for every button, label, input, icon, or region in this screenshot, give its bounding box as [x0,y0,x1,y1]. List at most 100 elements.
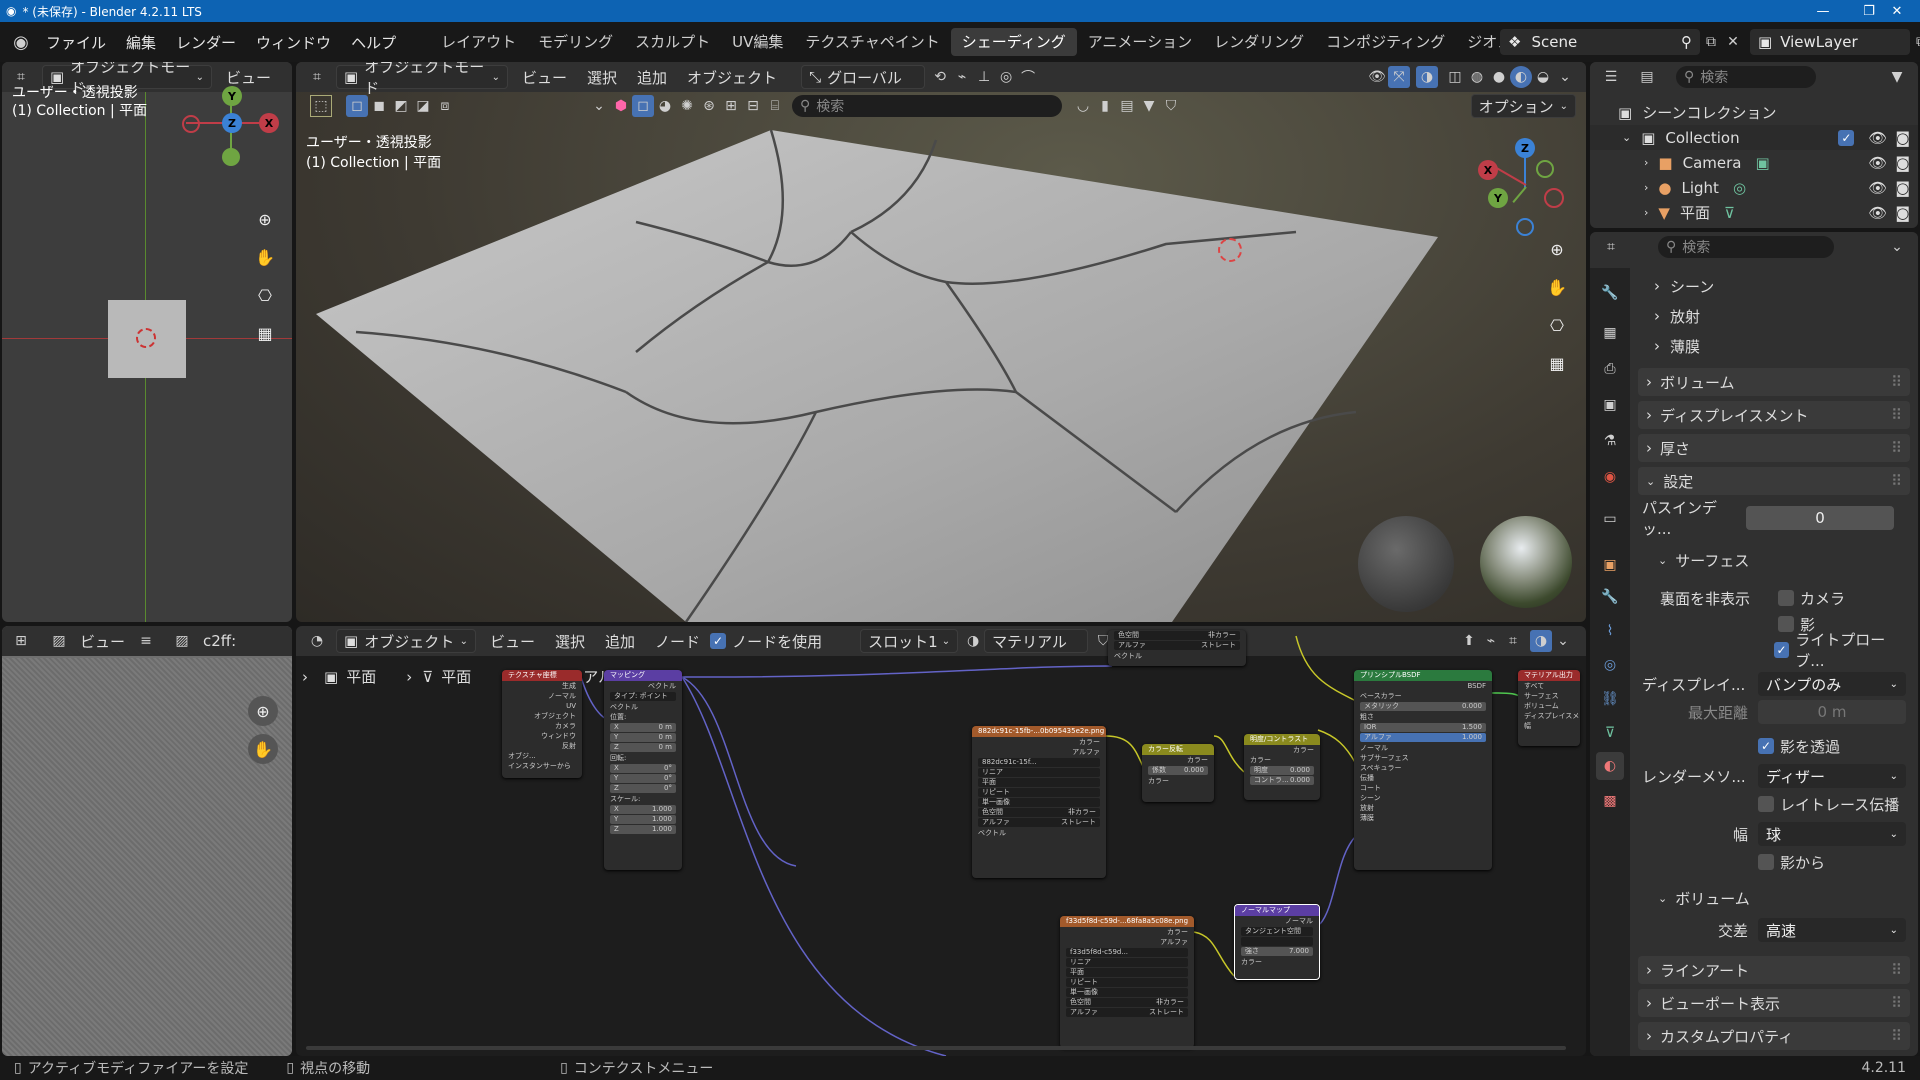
chevron-down-icon[interactable]: ⌄ [1622,131,1631,144]
mapping-in-vector[interactable]: ベクトル [604,702,682,712]
bc-in-color[interactable]: カラー [1244,755,1320,765]
node-image-texture-2[interactable]: f33d5f8d-c59d-...68fa8a5c08e.png カラー アルフ… [1060,916,1194,1048]
node-mapping[interactable]: マッピング ベクトル タイプ: ポイント ベクトル 位置: X0 m Y0 m … [604,670,682,870]
zoom-icon[interactable]: ⊕ [250,204,280,234]
mapping-loc-z[interactable]: Z0 m [610,743,676,752]
scene-selector[interactable]: ❖ Scene ⚲ [1500,29,1700,55]
mapping-out-vector[interactable]: ベクトル [604,681,682,691]
modifier-tab-icon[interactable]: 🔧 [1599,586,1621,608]
bsdf-panel-coat[interactable]: コート [1354,783,1492,793]
backface-camera-checkbox[interactable] [1778,590,1794,606]
main-editor-type-icon[interactable]: ⌗ [306,66,328,88]
visibility-icon[interactable]: 👁 [1366,66,1388,88]
drag-handle-icon[interactable]: ⠿ [1891,994,1902,1012]
invert-in-color[interactable]: カラー [1142,776,1214,786]
drag-handle-icon[interactable]: ⠿ [1891,961,1902,979]
invert-factor-field[interactable]: 係数 0.000 [1148,766,1208,775]
image2-colorspace[interactable]: 色空間 非カラー [1066,998,1188,1007]
physics-tab-icon[interactable]: ◎ [1599,654,1621,676]
main-mode-dropdown[interactable]: ▣ オブジェクトモード ⌄ [336,62,508,97]
render-method-dropdown[interactable]: ディザー ⌄ [1758,764,1906,788]
output-in-surface[interactable]: サーフェス [1518,691,1580,701]
mapping-rot-z[interactable]: Z 0° [610,784,676,793]
tab-texture-paint[interactable]: テクスチャペイント [794,28,950,56]
rendered-shading-icon[interactable]: ◒ [1532,66,1554,88]
gizmo-x[interactable]: X [259,113,279,133]
texcoord-out-object[interactable]: オブジェクト [502,711,582,721]
tab-modeling[interactable]: モデリング [527,28,624,56]
tab-animation[interactable]: アニメーション [1077,28,1203,56]
output-in-displacement[interactable]: ディスプレイスメント [1518,711,1580,721]
perspective-grid-icon[interactable]: ▦ [250,318,280,348]
gizmo-neg-y[interactable] [1536,160,1554,178]
node-image-texture-1[interactable]: 882dc91c-15fb-...0b095435e2e.png カラー アルフ… [972,726,1106,878]
eye-icon[interactable]: 👁 [1868,179,1887,197]
main-view-menu[interactable]: ビュー [512,67,577,88]
image1-out-color[interactable]: カラー [972,737,1106,747]
bsdf-panel-specular[interactable]: スペキュラー [1354,763,1492,773]
material-tab-icon[interactable]: ◐ [1596,752,1624,780]
eye-icon[interactable]: 👁 [1868,154,1887,172]
left-view-menu[interactable]: ビュー [216,67,281,88]
mapping-scale-x[interactable]: X 1.000 [610,805,676,814]
menu-help[interactable]: ヘルプ [341,32,406,53]
snap-target-icon[interactable]: ⊥ [973,66,995,88]
image2-projection[interactable]: 平面 [1066,968,1188,977]
texcoord-out-generated[interactable]: 生成 [502,681,582,691]
menu-edit[interactable]: 編集 [116,32,166,53]
mapping-scale-z[interactable]: Z 1.000 [610,825,676,834]
proportional-edit-icon[interactable]: ◎ [995,66,1017,88]
drag-handle-icon[interactable]: ⠿ [1891,439,1902,457]
image2-out-color[interactable]: カラー [1060,927,1194,937]
blender-menu-icon[interactable]: ◉ [10,31,32,53]
image2-out-alpha[interactable]: アルファ [1060,937,1194,947]
outliner-item-plane[interactable]: › ▼ 平面 ⊽ 👁 ◙ [1590,200,1918,225]
invert-out-color[interactable]: カラー [1142,755,1214,765]
new-viewlayer-icon[interactable]: ⧉ [1910,31,1920,53]
image-view-menu[interactable]: ビュー [70,631,135,652]
main-gizmo[interactable]: Z X Y [1476,136,1576,236]
props-sub-thin-film[interactable]: › 薄膜 [1638,332,1910,360]
particles-tab-icon[interactable]: ⌇ [1599,620,1621,642]
delete-scene-icon[interactable]: ✕ [1722,31,1744,53]
normalmap-out-normal[interactable]: ノーマル [1235,916,1319,926]
max-distance-field[interactable]: 0 m [1758,700,1906,724]
material-shading-icon[interactable]: ◐ [1510,66,1532,88]
panel-thickness[interactable]: › 厚さ ⠿ [1638,434,1910,462]
texcoord-object-field[interactable]: オブジ... [502,751,582,761]
outliner-item-light[interactable]: › ● Light ◎ 👁 ◙ [1590,175,1918,200]
outliner-type-icon[interactable]: ☰ [1600,66,1622,88]
image1-in-vector[interactable]: ベクトル [972,828,1106,838]
pin-icon[interactable]: ⚲ [1681,33,1692,51]
node-material-output[interactable]: マテリアル出力 すべて サーフェス ボリューム ディスプレイスメント 幅 [1518,670,1580,746]
image-editor[interactable]: ⊞ ▨ ビュー ≡ ▨ c2ff: ⊕ ✋ [2,626,292,1056]
scene-tab-icon[interactable]: ⚗ [1599,430,1621,452]
panel-custom-properties[interactable]: › カスタムプロパティ ⠿ [1638,1022,1910,1050]
from-shadow-checkbox[interactable] [1758,854,1774,870]
chevron-right-icon[interactable]: › [1644,206,1648,219]
menu-file[interactable]: ファイル [36,32,116,53]
image1-extension[interactable]: リピート [978,788,1100,797]
camera-render-icon[interactable]: ◙ [1895,154,1910,172]
normalmap-uv-field[interactable] [1241,937,1313,946]
texcoord-out-reflection[interactable]: 反射 [502,741,582,751]
tab-layout[interactable]: レイアウト [430,28,527,56]
gizmo-y[interactable]: Y [1488,188,1508,208]
pan-hand-icon[interactable]: ✋ [1542,272,1572,302]
mapping-scale-y[interactable]: Y 1.000 [610,815,676,824]
render-tab-icon[interactable]: ▦ [1599,322,1621,344]
node-editor[interactable]: ◔ ▣ オブジェクト ⌄ ビュー 選択 追加 ノード ✓ ノードを使用 スロット… [296,626,1586,1056]
camera-render-icon[interactable]: ◙ [1895,129,1910,147]
collection-include-checkbox[interactable]: ✓ [1838,129,1855,146]
main-add-menu[interactable]: 追加 [627,67,677,88]
solid-shading-icon[interactable]: ● [1488,66,1510,88]
zoom-icon[interactable]: ⊕ [1542,234,1572,264]
node-normal-map[interactable]: ノーマルマップ ノーマル タンジェント空間 強さ 7.000 カラー [1234,904,1320,980]
tab-sculpt[interactable]: スカルプト [624,28,721,56]
output-tab-icon[interactable]: ⎙ [1599,358,1621,380]
tab-shading[interactable]: シェーディング [950,28,1077,56]
menu-render[interactable]: レンダー [166,32,246,53]
image-editor-type-icon[interactable]: ⊞ [10,630,32,652]
node-texture-coordinate[interactable]: テクスチャ座標 生成 ノーマル UV オブジェクト カメラ ウィンドウ 反射 オ… [502,670,582,778]
backface-shadow-checkbox[interactable] [1778,616,1794,632]
